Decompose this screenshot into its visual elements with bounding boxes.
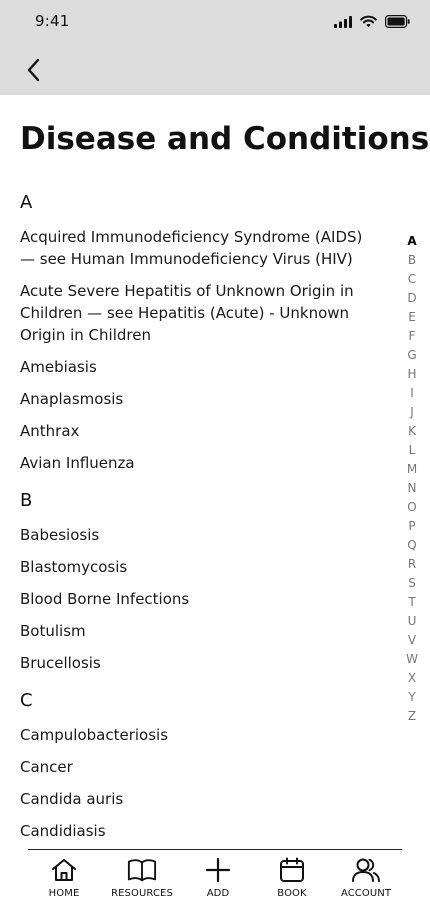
- list-item[interactable]: Avian Influenza: [20, 452, 382, 474]
- section-header: B: [20, 490, 33, 511]
- book-open-icon: [127, 855, 157, 885]
- list-item[interactable]: Amebiasis: [20, 356, 382, 378]
- alphabet-index-letter[interactable]: U: [399, 612, 425, 631]
- alphabet-index-letter[interactable]: A: [399, 232, 425, 251]
- alphabet-index-letter[interactable]: M: [399, 460, 425, 479]
- nav-account[interactable]: ACCOUNT: [338, 850, 394, 910]
- calendar-icon: [277, 855, 307, 885]
- page-title: Disease and Conditions: [20, 121, 430, 157]
- nav-add[interactable]: ADD: [196, 850, 240, 910]
- nav-label: RESOURCES: [111, 888, 173, 899]
- alphabet-index-letter[interactable]: G: [399, 346, 425, 365]
- alphabet-index[interactable]: ABCDEFGHIJKLMNOPQRSTUVWXYZ: [399, 232, 425, 726]
- alphabet-index-letter[interactable]: D: [399, 289, 425, 308]
- alphabet-index-letter[interactable]: W: [399, 650, 425, 669]
- nav-book[interactable]: BOOK: [270, 850, 314, 910]
- alphabet-index-letter[interactable]: R: [399, 555, 425, 574]
- alphabet-index-letter[interactable]: L: [399, 441, 425, 460]
- nav-label: ACCOUNT: [340, 888, 392, 899]
- alphabet-index-letter[interactable]: Y: [399, 688, 425, 707]
- list-item[interactable]: Anthrax: [20, 420, 382, 442]
- chevron-left-icon: [26, 58, 42, 86]
- alphabet-index-letter[interactable]: Z: [399, 707, 425, 726]
- section-header: C: [20, 690, 33, 711]
- wifi-icon: [360, 13, 377, 32]
- status-icons: [334, 14, 410, 30]
- list-item[interactable]: Candidiasis: [20, 820, 382, 842]
- nav-label: BOOK: [277, 888, 307, 899]
- plus-icon: [203, 855, 233, 885]
- list-item[interactable]: Acute Severe Hepatitis of Unknown Origin…: [20, 280, 382, 346]
- list-item[interactable]: Botulism: [20, 620, 382, 642]
- users-icon: [351, 855, 381, 885]
- section-c: C Campulobacteriosis Cancer Candida auri…: [0, 688, 430, 842]
- alphabet-index-letter[interactable]: C: [399, 270, 425, 289]
- home-icon: [49, 855, 79, 885]
- alphabet-index-letter[interactable]: Q: [399, 536, 425, 555]
- list-item[interactable]: Blastomycosis: [20, 556, 382, 578]
- list-item[interactable]: Blood Borne Infections: [20, 588, 382, 610]
- alphabet-index-letter[interactable]: P: [399, 517, 425, 536]
- status-time: 9:41: [35, 12, 70, 30]
- alphabet-index-letter[interactable]: T: [399, 593, 425, 612]
- nav-resources[interactable]: RESOURCES: [110, 850, 174, 910]
- alphabet-index-letter[interactable]: S: [399, 574, 425, 593]
- alphabet-index-letter[interactable]: O: [399, 498, 425, 517]
- back-button[interactable]: [20, 58, 48, 86]
- alphabet-index-letter[interactable]: B: [399, 251, 425, 270]
- list-item[interactable]: Anaplasmosis: [20, 388, 382, 410]
- list-item[interactable]: Acquired Immunodeficiency Syndrome (AIDS…: [20, 226, 382, 270]
- bottom-nav: HOME RESOURCES ADD BOOK ACCOUNT: [0, 850, 430, 915]
- conditions-list[interactable]: A Acquired Immunodeficiency Syndrome (AI…: [0, 190, 430, 850]
- alphabet-index-letter[interactable]: F: [399, 327, 425, 346]
- alphabet-index-letter[interactable]: V: [399, 631, 425, 650]
- alphabet-index-letter[interactable]: J: [399, 403, 425, 422]
- section-header: A: [20, 192, 33, 213]
- alphabet-index-letter[interactable]: I: [399, 384, 425, 403]
- nav-home[interactable]: HOME: [38, 850, 90, 910]
- list-item[interactable]: Brucellosis: [20, 652, 382, 674]
- alphabet-index-letter[interactable]: N: [399, 479, 425, 498]
- list-item[interactable]: Cancer: [20, 756, 382, 778]
- section-b: B Babesiosis Blastomycosis Blood Borne I…: [0, 488, 430, 674]
- alphabet-index-letter[interactable]: X: [399, 669, 425, 688]
- alphabet-index-letter[interactable]: H: [399, 365, 425, 384]
- nav-label: HOME: [48, 888, 80, 899]
- list-item[interactable]: Campulobacteriosis: [20, 724, 382, 746]
- alphabet-index-letter[interactable]: E: [399, 308, 425, 327]
- cellular-signal-icon: [334, 13, 352, 32]
- top-bar: 9:41: [0, 0, 430, 95]
- list-item[interactable]: Candida auris: [20, 788, 382, 810]
- battery-icon: [385, 13, 410, 32]
- list-item[interactable]: Babesiosis: [20, 524, 382, 546]
- nav-label: ADD: [206, 888, 230, 899]
- alphabet-index-letter[interactable]: K: [399, 422, 425, 441]
- section-a: A Acquired Immunodeficiency Syndrome (AI…: [0, 190, 430, 474]
